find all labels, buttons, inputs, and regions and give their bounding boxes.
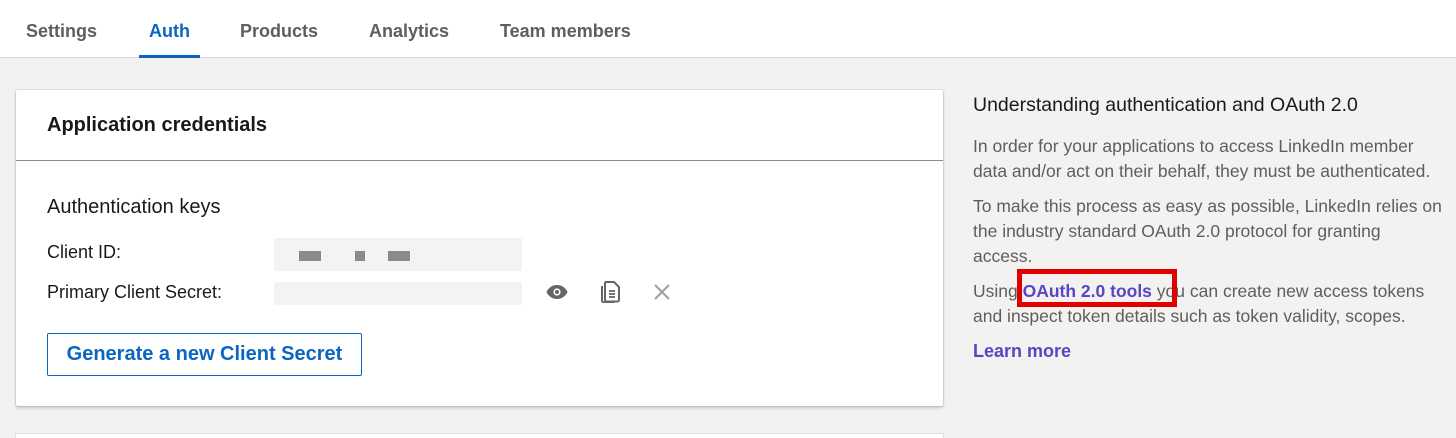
learn-more-link[interactable]: Learn more (973, 341, 1443, 362)
help-paragraph: Using OAuth 2.0 tools you can create new… (973, 269, 1443, 329)
help-paragraph: To make this process as easy as possible… (973, 196, 1442, 266)
client-secret-label: Primary Client Secret: (47, 282, 223, 302)
redacted-block (355, 251, 365, 261)
client-id-value (274, 238, 522, 271)
generate-client-secret-button[interactable]: Generate a new Client Secret (47, 333, 362, 376)
credentials-card: Application credentials Authentication k… (16, 90, 943, 406)
client-secret-value (274, 282, 522, 305)
section-title: Authentication keys (47, 196, 221, 218)
eye-icon[interactable] (545, 280, 569, 304)
copy-icon[interactable] (598, 280, 622, 304)
redacted-block (299, 251, 321, 261)
redacted-block (388, 251, 410, 261)
help-paragraph: In order for your applications to access… (973, 136, 1431, 181)
help-panel: Understanding authentication and OAuth 2… (973, 92, 1443, 362)
next-card-edge (16, 434, 943, 438)
tab-auth[interactable]: Auth (139, 0, 200, 58)
client-id-label: Client ID: (47, 242, 122, 262)
close-icon[interactable] (650, 280, 674, 304)
card-title: Application credentials (47, 114, 268, 136)
tab-team-members[interactable]: Team members (500, 0, 631, 58)
tab-products[interactable]: Products (240, 0, 318, 58)
help-title: Understanding authentication and OAuth 2… (973, 94, 1358, 116)
tab-bar: Settings Auth Products Analytics Team me… (0, 0, 1456, 58)
oauth-tools-link[interactable]: OAuth 2.0 tools (1023, 281, 1152, 301)
help-text: Using (973, 281, 1023, 301)
divider (16, 160, 943, 161)
tab-analytics[interactable]: Analytics (369, 0, 449, 58)
tab-settings[interactable]: Settings (26, 0, 97, 58)
